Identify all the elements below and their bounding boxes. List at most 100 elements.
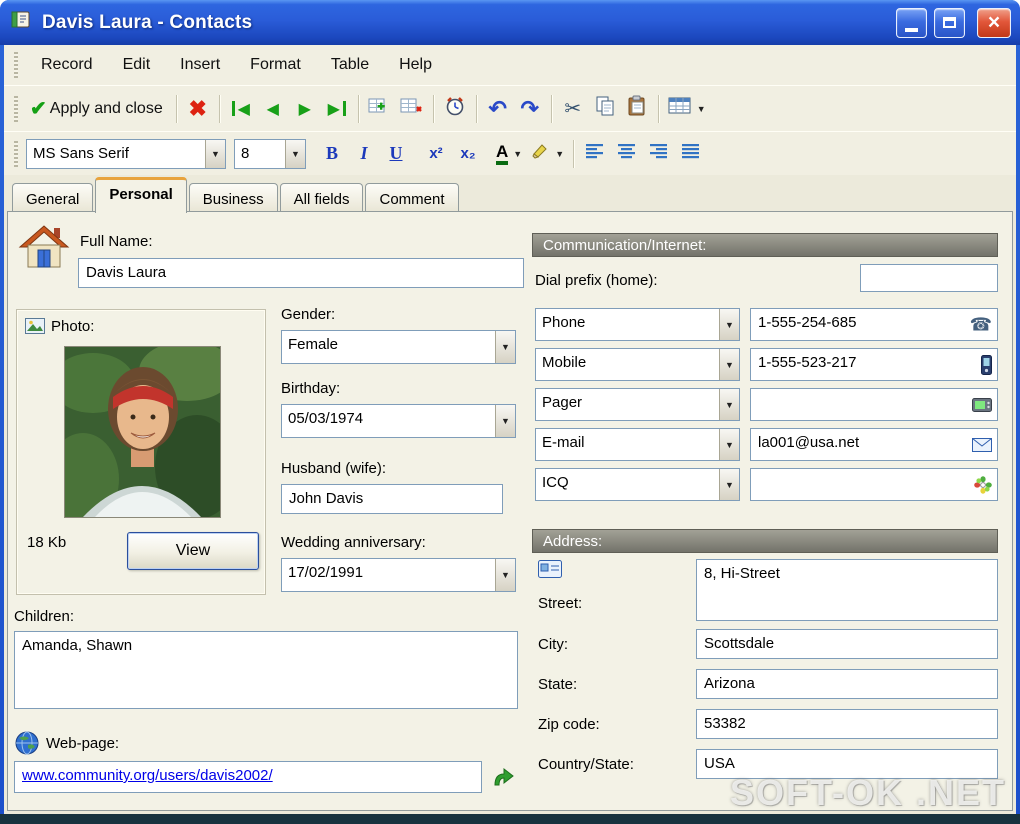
redo-button[interactable]: ↷ — [514, 92, 546, 126]
chevron-down-icon[interactable]: ▼ — [495, 405, 515, 437]
state-field[interactable]: Arizona — [696, 669, 998, 699]
bold-button[interactable]: B — [316, 137, 348, 171]
minimize-button[interactable] — [896, 7, 927, 38]
anniversary-combo[interactable]: 17/02/1991 ▼ — [281, 558, 516, 592]
tab-all-fields[interactable]: All fields — [279, 183, 364, 213]
view-photo-button[interactable]: View — [127, 532, 259, 570]
webpage-label: Web-page: — [46, 735, 120, 752]
dial-prefix-field[interactable] — [860, 264, 998, 292]
open-webpage-button[interactable] — [486, 761, 520, 793]
icq-type-combo[interactable]: ICQ ▼ — [535, 468, 740, 501]
menu-table[interactable]: Table — [316, 48, 384, 82]
tab-business[interactable]: Business — [188, 183, 278, 213]
close-button[interactable]: × — [977, 7, 1011, 38]
window-title: Davis Laura - Contacts — [42, 11, 253, 33]
justify-button[interactable] — [675, 137, 707, 171]
delete-icon: ✖ — [188, 95, 207, 121]
menu-insert[interactable]: Insert — [165, 48, 235, 82]
phone-field[interactable]: 1-555-254-685 ☎ — [750, 308, 998, 341]
chevron-down-icon: ▼ — [696, 103, 706, 114]
mobile-type-combo[interactable]: Mobile ▼ — [535, 348, 740, 381]
chevron-down-icon[interactable]: ▼ — [719, 309, 739, 340]
copy-button[interactable] — [589, 92, 621, 126]
toolbar-separator — [357, 94, 359, 123]
next-record-button[interactable]: ▶ — [289, 92, 321, 126]
subscript-button[interactable]: x₂ — [452, 137, 484, 171]
street-field[interactable]: 8, Hi-Street — [696, 559, 998, 621]
superscript-button[interactable]: x² — [420, 137, 452, 171]
menu-format[interactable]: Format — [235, 48, 316, 82]
gender-combo[interactable]: Female ▼ — [281, 330, 516, 364]
align-center-button[interactable] — [611, 137, 643, 171]
chevron-down-icon[interactable]: ▼ — [719, 469, 739, 500]
superscript-icon: x² — [429, 145, 443, 162]
street-label: Street: — [538, 595, 583, 612]
spouse-field[interactable]: John Davis — [281, 484, 503, 514]
anniversary-label: Wedding anniversary: — [281, 534, 426, 551]
email-type-combo[interactable]: E-mail ▼ — [535, 428, 740, 461]
chevron-down-icon[interactable]: ▼ — [205, 139, 225, 168]
previous-record-button[interactable]: ◀ — [257, 92, 289, 126]
title-bar[interactable]: Davis Laura - Contacts × — [0, 0, 1020, 45]
align-right-button[interactable] — [643, 137, 675, 171]
align-left-button[interactable] — [579, 137, 611, 171]
children-field[interactable]: Amanda, Shawn — [14, 631, 518, 709]
format-grip-handle[interactable] — [14, 140, 18, 167]
email-value: la001@usa.net — [758, 434, 860, 451]
photo-size-label: 18 Kb — [27, 534, 67, 551]
chevron-down-icon[interactable]: ▼ — [495, 331, 515, 363]
font-size-value: 8 — [241, 144, 250, 162]
close-icon: × — [987, 10, 1001, 34]
alarm-button[interactable] — [439, 92, 471, 126]
first-record-button[interactable]: ◀ — [225, 92, 257, 126]
chevron-down-icon[interactable]: ▼ — [719, 349, 739, 380]
font-color-button[interactable]: A ▼ — [492, 137, 526, 171]
menu-edit[interactable]: Edit — [108, 48, 166, 82]
redo-icon: ↷ — [520, 95, 539, 121]
mobile-field[interactable]: 1-555-523-217 — [750, 348, 998, 381]
email-field[interactable]: la001@usa.net — [750, 428, 998, 461]
underline-button[interactable]: U — [380, 137, 412, 171]
pager-field[interactable] — [750, 388, 998, 421]
maximize-button[interactable] — [934, 7, 965, 38]
chevron-down-icon[interactable]: ▼ — [495, 559, 515, 591]
table-icon — [668, 96, 692, 121]
apply-and-close-button[interactable]: ✔ Apply and close — [26, 92, 171, 126]
icq-field[interactable] — [750, 468, 998, 501]
chevron-down-icon[interactable]: ▼ — [719, 389, 739, 420]
chevron-down-icon[interactable]: ▼ — [285, 139, 305, 168]
tab-general[interactable]: General — [12, 183, 94, 213]
zip-code-field[interactable]: 53382 — [696, 709, 998, 739]
font-name-combo[interactable]: MS Sans Serif ▼ — [26, 138, 226, 169]
remove-record-button[interactable] — [396, 92, 428, 126]
phone-type-combo[interactable]: Phone ▼ — [535, 308, 740, 341]
menu-record[interactable]: Record — [26, 48, 108, 82]
font-size-combo[interactable]: 8 ▼ — [234, 138, 306, 169]
remove-record-icon — [400, 95, 424, 122]
chevron-down-icon[interactable]: ▼ — [513, 149, 522, 159]
tab-comment[interactable]: Comment — [365, 183, 459, 213]
webpage-field[interactable]: www.community.org/users/davis2002/ — [14, 761, 482, 793]
cut-button[interactable]: ✂ — [557, 92, 589, 126]
undo-button[interactable]: ↶ — [482, 92, 514, 126]
delete-button[interactable]: ✖ — [182, 92, 214, 126]
phone-type-value: Phone — [542, 314, 586, 331]
highlight-button[interactable]: ▼ — [526, 137, 568, 171]
birthday-combo[interactable]: 05/03/1974 ▼ — [281, 404, 516, 438]
paste-button[interactable] — [621, 92, 653, 126]
table-menu-button[interactable]: ▼ — [664, 92, 710, 126]
chevron-down-icon[interactable]: ▼ — [719, 429, 739, 460]
tab-personal[interactable]: Personal — [95, 177, 187, 213]
italic-button[interactable]: I — [348, 137, 380, 171]
chevron-down-icon[interactable]: ▼ — [555, 149, 564, 159]
last-record-button[interactable]: ▶ — [321, 92, 353, 126]
full-name-field[interactable]: Davis Laura — [78, 258, 524, 288]
menu-grip-handle[interactable] — [14, 52, 18, 78]
city-field[interactable]: Scottsdale — [696, 629, 998, 659]
menu-help[interactable]: Help — [384, 48, 447, 82]
pager-type-combo[interactable]: Pager ▼ — [535, 388, 740, 421]
add-record-button[interactable] — [364, 92, 396, 126]
alarm-clock-icon — [444, 95, 466, 122]
webpage-link[interactable]: www.community.org/users/davis2002/ — [22, 767, 273, 784]
toolbar-grip-handle[interactable] — [14, 95, 18, 122]
